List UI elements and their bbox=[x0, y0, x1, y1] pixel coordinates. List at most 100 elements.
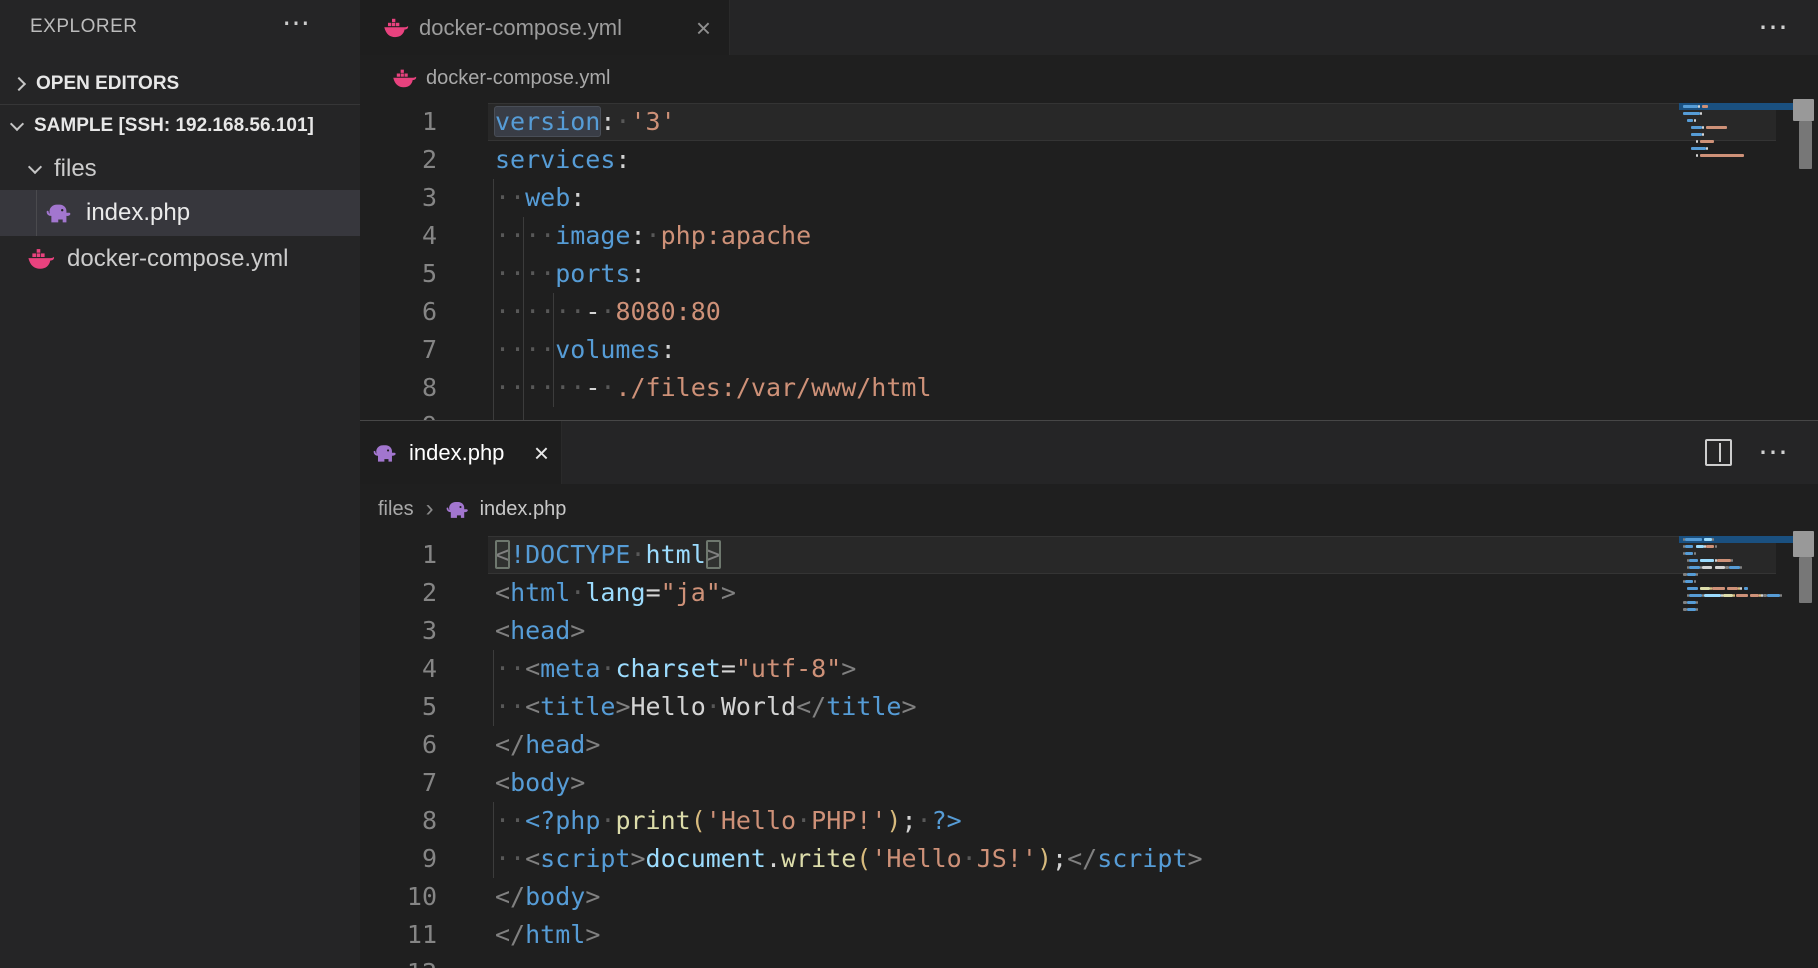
minimap[interactable] bbox=[1679, 536, 1793, 620]
code-token: ·· bbox=[495, 844, 525, 873]
sidebar-item-files-folder[interactable]: files bbox=[0, 148, 360, 190]
code-line[interactable]: </head> bbox=[495, 726, 1203, 764]
minimap-line bbox=[1679, 557, 1793, 564]
line-number: 7 bbox=[377, 764, 437, 802]
minimap-line bbox=[1679, 152, 1793, 159]
code-token: </ bbox=[495, 920, 525, 949]
code-line[interactable]: </body> bbox=[495, 878, 1203, 916]
code-token: ···· bbox=[495, 335, 555, 364]
workspace-section[interactable]: SAMPLE [SSH: 192.168.56.101] bbox=[0, 105, 360, 147]
code-token: : bbox=[600, 107, 615, 136]
sidebar-item-docker-compose[interactable]: docker-compose.yml bbox=[0, 236, 360, 282]
code-token: > bbox=[570, 768, 585, 797]
code-token: < bbox=[495, 616, 510, 645]
code-token: · bbox=[962, 844, 977, 873]
minimap-line bbox=[1679, 110, 1793, 117]
code-token: print bbox=[615, 806, 690, 835]
vscode-window: EXPLORER ⋯ OPEN EDITORS SAMPLE [SSH: 192… bbox=[0, 0, 1818, 968]
code-token: write bbox=[781, 844, 856, 873]
line-number: 7 bbox=[377, 331, 437, 369]
code-line[interactable]: ····ports: bbox=[495, 255, 932, 293]
code-token: ( bbox=[691, 806, 706, 835]
code-line[interactable]: ····image:·php:apache bbox=[495, 217, 932, 255]
minimap-line bbox=[1679, 138, 1793, 145]
code-token: head bbox=[525, 730, 585, 759]
code-lines[interactable]: <!DOCTYPE·html><html·lang="ja"><head>··<… bbox=[495, 536, 1203, 968]
code-line[interactable]: ··<?php·print('Hello·PHP!');·?> bbox=[495, 802, 1203, 840]
line-number: 3 bbox=[377, 179, 437, 217]
code-line[interactable]: ··web: bbox=[495, 179, 932, 217]
code-line[interactable]: ··<script>document.write('Hello·JS!');</… bbox=[495, 840, 1203, 878]
minimap-line bbox=[1679, 599, 1793, 606]
line-number: 9 bbox=[377, 407, 437, 420]
explorer-more-actions-icon[interactable]: ⋯ bbox=[282, 6, 310, 39]
minimap-line bbox=[1679, 117, 1793, 124]
code-token: body bbox=[525, 882, 585, 911]
code-token: > bbox=[706, 540, 721, 569]
code-token: < bbox=[525, 692, 540, 721]
code-line[interactable] bbox=[495, 954, 1203, 968]
code-line[interactable]: ····volumes: bbox=[495, 331, 932, 369]
minimap-line bbox=[1679, 550, 1793, 557]
line-numbers: 123456789 bbox=[377, 103, 437, 420]
scrollbar-thumb[interactable] bbox=[1793, 99, 1814, 121]
code-line[interactable] bbox=[495, 407, 932, 420]
code-editor: 123456789 version:·'3'services:··web:···… bbox=[360, 0, 1818, 420]
code-token: ./files:/var/www/html bbox=[615, 373, 931, 402]
line-number: 8 bbox=[377, 802, 437, 840]
code-editor: 123456789101112 <!DOCTYPE·html><html·lan… bbox=[360, 421, 1818, 968]
scrollbar-thumb[interactable] bbox=[1799, 121, 1812, 169]
code-line[interactable]: version:·'3' bbox=[495, 103, 932, 141]
code-line[interactable]: ······-·./files:/var/www/html bbox=[495, 369, 932, 407]
code-token: '3' bbox=[630, 107, 675, 136]
line-number: 6 bbox=[377, 726, 437, 764]
code-token: > bbox=[585, 920, 600, 949]
scrollbar-thumb[interactable] bbox=[1793, 531, 1814, 557]
code-line[interactable]: <body> bbox=[495, 764, 1203, 802]
minimap-line bbox=[1679, 124, 1793, 131]
sidebar-item-index-php[interactable]: index.php bbox=[0, 190, 360, 236]
code-token: </ bbox=[495, 882, 525, 911]
code-token: ; bbox=[901, 806, 916, 835]
line-number: 2 bbox=[377, 141, 437, 179]
code-token: > bbox=[630, 844, 645, 873]
line-number: 4 bbox=[377, 650, 437, 688]
minimap-line bbox=[1679, 103, 1793, 110]
code-token: > bbox=[585, 882, 600, 911]
code-token: web bbox=[525, 183, 570, 212]
code-token: document bbox=[646, 844, 766, 873]
open-editors-section[interactable]: OPEN EDITORS bbox=[0, 64, 360, 104]
code-token: · bbox=[600, 373, 615, 402]
code-line[interactable]: services: bbox=[495, 141, 932, 179]
code-token: · bbox=[706, 692, 721, 721]
code-token: · bbox=[600, 297, 615, 326]
code-token: PHP!' bbox=[811, 806, 886, 835]
minimap[interactable] bbox=[1679, 103, 1793, 166]
code-token: < bbox=[495, 768, 510, 797]
code-token: : bbox=[570, 183, 585, 212]
code-token: · bbox=[600, 654, 615, 683]
code-line[interactable]: </html> bbox=[495, 916, 1203, 954]
code-line[interactable]: ··<meta·charset="utf-8"> bbox=[495, 650, 1203, 688]
minimap-line bbox=[1679, 613, 1793, 620]
code-token: · bbox=[600, 806, 615, 835]
minimap-line bbox=[1679, 571, 1793, 578]
code-token: 'Hello bbox=[706, 806, 796, 835]
file-label: index.php bbox=[86, 199, 190, 227]
code-line[interactable]: ··<title>Hello·World</title> bbox=[495, 688, 1203, 726]
code-line[interactable]: ······-·8080:80 bbox=[495, 293, 932, 331]
code-token: body bbox=[510, 768, 570, 797]
code-line[interactable]: <html·lang="ja"> bbox=[495, 574, 1203, 612]
code-token: ·· bbox=[495, 692, 525, 721]
code-token: </ bbox=[495, 730, 525, 759]
code-line[interactable]: <head> bbox=[495, 612, 1203, 650]
tree-indent-guide bbox=[36, 190, 37, 236]
code-token: ·· bbox=[495, 654, 525, 683]
line-number: 5 bbox=[377, 255, 437, 293]
code-lines[interactable]: version:·'3'services:··web:····image:·ph… bbox=[495, 103, 932, 420]
code-token: image bbox=[555, 221, 630, 250]
indent-guide bbox=[493, 650, 494, 726]
file-label: docker-compose.yml bbox=[67, 245, 288, 273]
scrollbar-thumb[interactable] bbox=[1799, 557, 1812, 603]
code-line[interactable]: <!DOCTYPE·html> bbox=[495, 536, 1203, 574]
